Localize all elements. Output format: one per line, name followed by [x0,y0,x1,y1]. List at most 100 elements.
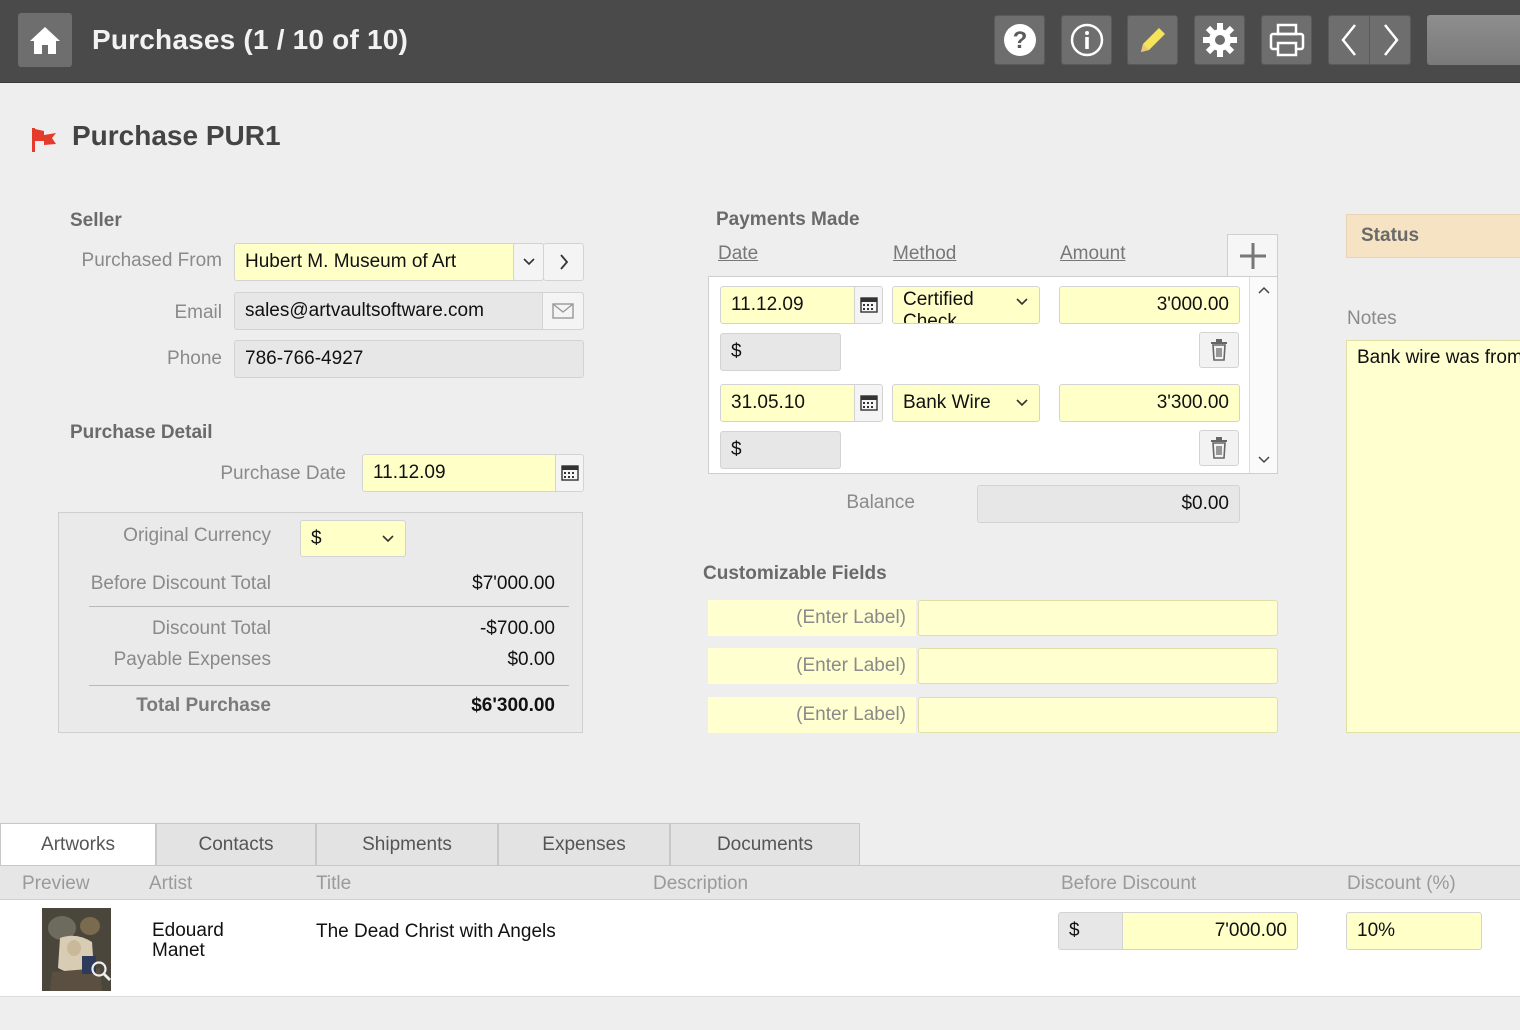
column-artist[interactable]: Artist [149,873,192,895]
payments-date-column[interactable]: Date [718,243,758,265]
table-row[interactable]: Edouard Manet The Dead Christ with Angel… [0,900,1520,997]
record-navigation [1328,15,1411,65]
print-button[interactable] [1261,15,1312,65]
delete-payment-button[interactable] [1199,430,1239,466]
purchase-date-value: 11.12.09 [373,462,446,483]
payment-currency-field[interactable]: $ [720,333,841,371]
purchase-summary-panel: Original Currency $ Before Discount Tota… [58,512,583,733]
email-field[interactable]: sales@artvaultsoftware.com [234,292,584,330]
artwork-thumbnail[interactable] [42,908,111,991]
phone-field[interactable]: 786-766-4927 [234,340,584,378]
tab-documents[interactable]: Documents [670,823,860,865]
envelope-icon [552,303,574,319]
plus-icon [1239,243,1266,269]
custom-field-input[interactable] [918,600,1278,636]
purchased-from-dropdown-button[interactable] [513,243,544,281]
delete-payment-button[interactable] [1199,332,1239,368]
currency-select[interactable]: $ [300,520,406,557]
phone-label: Phone [167,348,222,369]
custom-field-label[interactable]: (Enter Label) [708,600,916,636]
window-title: Purchases (1 / 10 of 10) [92,24,409,55]
gear-icon [1202,23,1237,57]
artist-last-name: Manet [152,940,205,961]
payment-amount-field[interactable]: 3'000.00 [1059,286,1240,324]
custom-fields-heading: Customizable Fields [703,563,887,584]
search-field[interactable] [1427,15,1520,65]
payment-date-field[interactable]: 31.05.10 [720,384,883,422]
info-icon [1070,23,1103,57]
divider [89,685,569,686]
status-panel[interactable]: Status [1346,214,1520,258]
tab-shipments[interactable]: Shipments [316,823,498,865]
payment-method-select[interactable]: Bank Wire [892,384,1040,422]
payment-method-value: Bank Wire [903,392,991,413]
email-value: sales@artvaultsoftware.com [245,300,484,321]
info-button[interactable] [1061,15,1112,65]
settings-button[interactable] [1194,15,1245,65]
discount-total-value: -$700.00 [479,618,555,639]
payments-amount-column[interactable]: Amount [1060,243,1125,265]
balance-value: $0.00 [1181,493,1229,514]
open-seller-button[interactable] [543,243,584,281]
custom-field-label[interactable]: (Enter Label) [708,648,916,684]
calendar-button[interactable] [854,287,882,323]
calendar-button[interactable] [555,455,583,491]
notes-field[interactable]: Bank wire was from [1346,340,1520,733]
before-discount-currency-value: $ [1069,920,1080,941]
artwork-title[interactable]: The Dead Christ with Angels [316,921,556,943]
scroll-down-icon[interactable] [1257,455,1271,465]
payments-method-column[interactable]: Method [893,243,956,265]
artist-name[interactable]: Edouard Manet [152,921,224,961]
purchased-from-select[interactable]: Hubert M. Museum of Art [234,243,544,281]
purchase-date-field[interactable]: 11.12.09 [362,454,584,492]
column-before-discount[interactable]: Before Discount [1061,873,1196,895]
balance-label: Balance [846,492,915,513]
column-discount[interactable]: Discount (%) [1347,873,1456,895]
custom-field-label[interactable]: (Enter Label) [708,697,916,733]
discount-percent-field[interactable]: 10% [1346,912,1482,950]
calendar-button[interactable] [854,385,882,421]
before-discount-field[interactable]: 7'000.00 [1122,912,1298,950]
column-title[interactable]: Title [316,873,351,895]
print-icon [1269,23,1304,57]
calendar-icon [859,395,878,411]
before-discount-currency: $ [1058,912,1124,950]
payment-amount-field[interactable]: 3'300.00 [1059,384,1240,422]
purchase-date-label: Purchase Date [220,463,346,484]
help-button[interactable]: ? [994,15,1045,65]
payment-currency-field[interactable]: $ [720,431,841,469]
balance-field: $0.00 [977,485,1240,523]
title-bar: Purchases (1 / 10 of 10) ? [0,0,1520,83]
add-payment-button[interactable] [1227,234,1278,277]
payment-method-select[interactable]: Certified Check [892,286,1040,324]
column-description[interactable]: Description [653,873,748,895]
flag-icon [32,128,56,152]
column-preview[interactable]: Preview [22,873,90,895]
total-purchase-value: $6'300.00 [471,695,555,716]
payment-method-value: Certified Check [903,289,974,324]
pencil-icon [1140,28,1165,52]
custom-field-input[interactable] [918,648,1278,684]
send-email-button[interactable] [542,293,583,329]
email-label: Email [174,302,222,323]
scroll-up-icon[interactable] [1257,285,1271,295]
payments-scrollbar[interactable] [1249,277,1277,473]
payment-date-value: 11.12.09 [731,294,804,315]
payment-date-field[interactable]: 11.12.09 [720,286,883,324]
custom-field-input[interactable] [918,697,1278,733]
next-record-button[interactable] [1370,16,1411,64]
chevron-down-icon [382,534,394,542]
tab-contacts[interactable]: Contacts [156,823,316,865]
payments-list: 11.12.09 Certified Check 3'000.00 $ 31.0… [708,276,1278,474]
edit-button[interactable] [1127,15,1178,65]
previous-record-button[interactable] [1329,16,1370,64]
trash-icon [1211,437,1227,459]
tab-expenses[interactable]: Expenses [498,823,670,865]
home-button[interactable] [18,13,72,67]
zoom-icon[interactable] [90,960,111,982]
tab-artworks[interactable]: Artworks [0,823,156,866]
divider [89,606,569,607]
chevron-down-icon [522,258,535,266]
payment-amount-value: 3'300.00 [1156,392,1229,413]
discount-percent-value: 10% [1357,920,1396,941]
